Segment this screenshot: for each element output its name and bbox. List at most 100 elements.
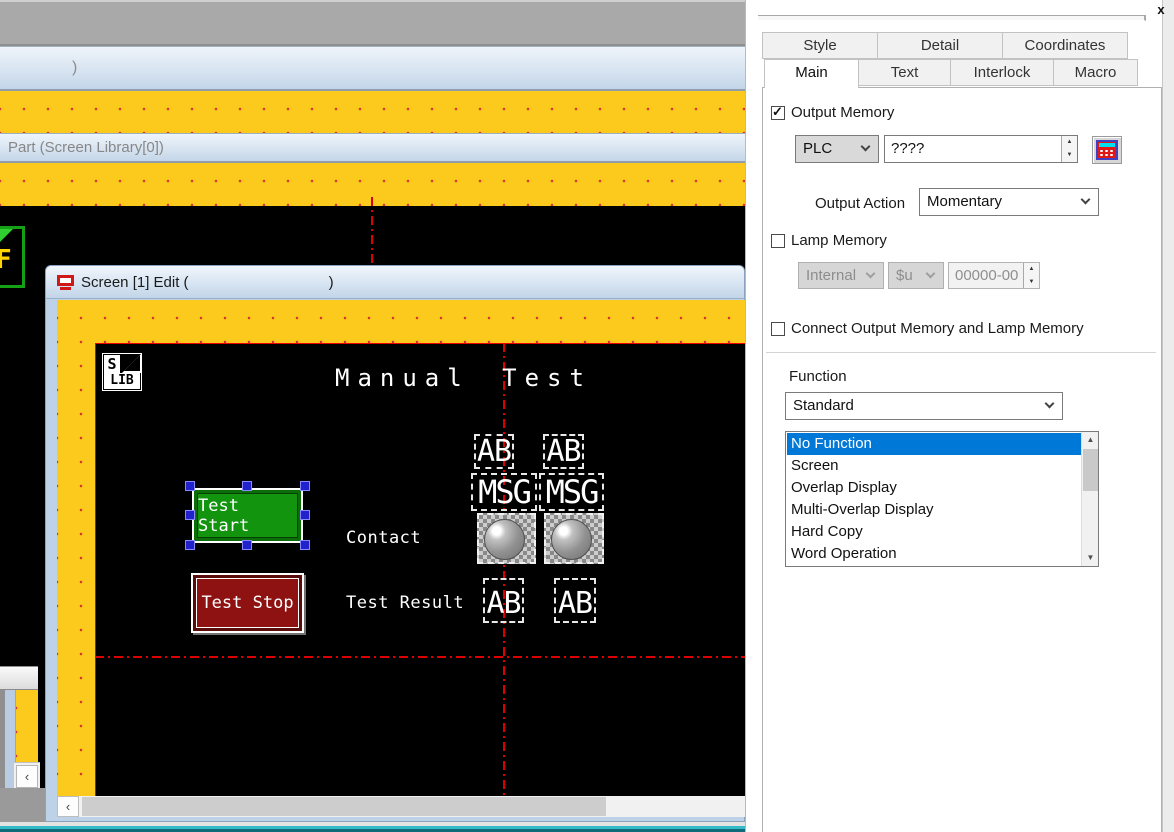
library-part-thumbnail[interactable]: F <box>0 226 25 288</box>
function-listbox[interactable]: No Function Screen Overlap Display Multi… <box>785 431 1099 567</box>
part-window-titlebar[interactable]: Part (Screen Library[0]) <box>0 133 745 163</box>
output-address-field[interactable]: ???? ▲ ▼ <box>884 135 1078 163</box>
ab-message-part[interactable]: AB <box>543 434 584 469</box>
output-memory-checkbox[interactable]: ✓ <box>771 106 785 120</box>
function-list-item[interactable]: Word Operation <box>787 543 1082 565</box>
background-window-canvas-fragment <box>16 690 38 762</box>
background-window-hscrollbar[interactable]: ‹ <box>14 762 40 790</box>
lamp-address-field: 00000-00 ▲ ▼ <box>948 262 1040 289</box>
lamp-part[interactable] <box>544 513 604 564</box>
spin-down-icon[interactable]: ▼ <box>1062 149 1077 162</box>
part-thumbnail-letter: F <box>0 245 12 275</box>
tab-detail[interactable]: Detail <box>877 32 1003 59</box>
spin-up-icon[interactable]: ▲ <box>1062 136 1077 149</box>
connect-memory-label: Connect Output Memory and Lamp Memory <box>791 320 1084 337</box>
msg-message-part[interactable]: MSG <box>471 473 537 511</box>
calculator-icon <box>1096 140 1118 160</box>
lamp-ball <box>484 519 525 560</box>
ab-message-part[interactable]: AB <box>474 434 514 469</box>
output-memory-label: Output Memory <box>791 104 894 121</box>
output-device-value: PLC <box>803 140 832 157</box>
vscrollbar-thumb[interactable] <box>1083 449 1098 491</box>
function-list-item[interactable]: No Function <box>787 433 1082 455</box>
check-icon: ✓ <box>772 104 783 120</box>
spin-up-icon[interactable]: ▲ <box>1024 263 1039 276</box>
section-divider <box>766 352 1156 353</box>
scroll-up-icon[interactable]: ▲ <box>1082 432 1099 448</box>
msg-text: MSG <box>478 476 530 508</box>
selection-handle[interactable] <box>242 481 252 491</box>
screen-edit-window: Screen [1] Edit ( ) S LIB Manual Test Te… <box>45 265 745 822</box>
connect-memory-checkbox[interactable] <box>771 322 785 336</box>
lamp-type-select: $u <box>888 262 944 289</box>
lamp-ball <box>551 519 592 560</box>
close-icon[interactable]: x <box>1151 2 1171 20</box>
contact-label[interactable]: Contact <box>346 528 421 548</box>
lamp-part[interactable] <box>477 513 536 564</box>
hscrollbar-thumb[interactable] <box>82 797 606 816</box>
function-list-item[interactable]: Screen <box>787 455 1082 477</box>
tab-style[interactable]: Style <box>762 32 878 59</box>
function-label: Function <box>789 368 847 385</box>
output-action-label: Output Action <box>815 195 905 212</box>
selection-handle[interactable] <box>185 540 195 550</box>
canvas-title-text[interactable]: Manual Test <box>335 364 592 392</box>
tab-interlock[interactable]: Interlock <box>950 59 1054 86</box>
scroll-left-icon[interactable]: ‹ <box>16 765 38 788</box>
screen-edit-title: Screen [1] Edit ( <box>81 274 189 291</box>
chevron-down-icon <box>866 268 876 278</box>
tab-coordinates[interactable]: Coordinates <box>1002 32 1128 59</box>
panel-drag-handle[interactable] <box>758 15 1146 21</box>
selection-handle[interactable] <box>242 540 252 550</box>
tab-main[interactable]: Main <box>764 59 859 88</box>
spin-down-icon[interactable]: ▼ <box>1024 276 1039 289</box>
scroll-down-icon[interactable]: ▼ <box>1082 550 1099 566</box>
screen-canvas-black-area[interactable] <box>95 343 746 796</box>
test-stop-label: Test Stop <box>201 593 293 613</box>
screen-library-icon[interactable]: S LIB <box>102 353 142 391</box>
scroll-left-icon[interactable]: ‹ <box>57 796 79 817</box>
tab-text[interactable]: Text <box>858 59 951 86</box>
tab-macro[interactable]: Macro <box>1053 59 1138 86</box>
part-window-title: Part (Screen Library[0]) <box>8 139 164 156</box>
output-action-select[interactable]: Momentary <box>919 188 1099 216</box>
test-stop-button-part[interactable]: Test Stop <box>191 573 304 633</box>
slib-letters-lib: LIB <box>104 373 140 389</box>
test-start-button-part[interactable]: Test Start <box>192 488 303 543</box>
function-list-item[interactable]: Overlap Display <box>787 477 1082 499</box>
ab-result-part[interactable]: AB <box>483 578 524 623</box>
msg-message-part[interactable]: MSG <box>539 473 604 511</box>
ab-result-part[interactable]: AB <box>554 578 596 623</box>
chevron-down-icon <box>926 268 936 278</box>
background-window-titlebar[interactable]: ) <box>0 46 745 91</box>
background-window-edge <box>0 666 38 690</box>
hmi-editor-app: ) Part (Screen Library[0]) F ‹ Screen [1… <box>0 0 1174 832</box>
test-start-label: Test Start <box>198 496 297 536</box>
function-list-item[interactable]: Hard Copy <box>787 521 1082 543</box>
function-type-select[interactable]: Standard <box>785 392 1063 420</box>
top-gray-bar <box>0 0 745 46</box>
screen-canvas[interactable]: S LIB Manual Test Test Start Test Stop C… <box>57 300 746 796</box>
test-result-label[interactable]: Test Result <box>346 593 464 613</box>
address-calculator-button[interactable] <box>1092 136 1122 164</box>
screen-edit-titlebar[interactable]: Screen [1] Edit ( ) <box>46 266 744 299</box>
lamp-memory-checkbox[interactable] <box>771 234 785 248</box>
selection-handle[interactable] <box>185 481 195 491</box>
function-list-item[interactable]: Multi-Overlap Display <box>787 499 1082 521</box>
chevron-down-icon <box>861 142 871 152</box>
panel-right-margin <box>1162 0 1174 832</box>
address-spinner[interactable]: ▲ ▼ <box>1061 136 1077 162</box>
selection-handle[interactable] <box>300 540 310 550</box>
selection-handle[interactable] <box>185 510 195 520</box>
address-spinner[interactable]: ▲ ▼ <box>1023 263 1039 288</box>
output-device-select[interactable]: PLC <box>795 135 879 163</box>
selection-handle[interactable] <box>300 510 310 520</box>
ab-text: AB <box>546 437 580 467</box>
screen-edit-title-close-paren: ) <box>329 274 334 291</box>
selection-handle[interactable] <box>300 481 310 491</box>
screen-edit-hscrollbar[interactable]: ‹ <box>57 796 746 817</box>
chevron-down-icon <box>1081 195 1091 205</box>
ab-text: AB <box>486 589 520 619</box>
ab-text: AB <box>477 437 511 467</box>
function-list-scrollbar[interactable]: ▲ ▼ <box>1081 432 1098 566</box>
